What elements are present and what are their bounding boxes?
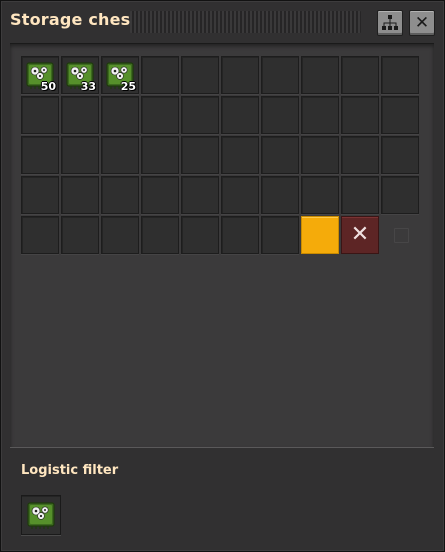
inventory-slot[interactable]: [341, 176, 379, 214]
inventory-slot[interactable]: [301, 136, 339, 174]
inventory-slot[interactable]: [381, 136, 419, 174]
inventory-grid: 50 33 25 ✕: [21, 56, 419, 254]
inventory-slot[interactable]: [341, 96, 379, 134]
inventory-slot[interactable]: 50: [21, 56, 59, 94]
inventory-panel: 50 33 25 ✕: [10, 43, 434, 448]
item-count: 33: [80, 80, 96, 93]
logistic-filter-slot[interactable]: [21, 495, 61, 535]
title-bar[interactable]: Storage chest ✕: [1, 1, 444, 43]
inventory-slot[interactable]: [381, 56, 419, 94]
inventory-slot[interactable]: [21, 96, 59, 134]
inventory-slot[interactable]: [261, 216, 299, 254]
inventory-slot[interactable]: [181, 136, 219, 174]
inventory-slot[interactable]: [261, 176, 299, 214]
inventory-slot[interactable]: [181, 56, 219, 94]
inventory-slot[interactable]: [141, 96, 179, 134]
inventory-slot[interactable]: [141, 216, 179, 254]
inventory-slot[interactable]: [21, 176, 59, 214]
inventory-slot[interactable]: [21, 216, 59, 254]
close-icon: ✕: [414, 12, 430, 33]
inventory-slot[interactable]: 33: [61, 56, 99, 94]
inventory-slot[interactable]: [301, 96, 339, 134]
inventory-slot[interactable]: [341, 56, 379, 94]
item-count: 25: [120, 80, 136, 93]
inventory-slot[interactable]: [101, 216, 139, 254]
inventory-slot[interactable]: [261, 96, 299, 134]
inventory-slot[interactable]: [221, 56, 259, 94]
inventory-slot[interactable]: [221, 136, 259, 174]
storage-chest-window: Storage chest ✕ 50 33 25 ✕ Logistic filter: [0, 0, 445, 552]
window-title: Storage chest: [10, 10, 139, 29]
inventory-slot[interactable]: [341, 136, 379, 174]
inventory-slot[interactable]: [181, 216, 219, 254]
inventory-slot[interactable]: [261, 56, 299, 94]
inventory-slot[interactable]: [61, 176, 99, 214]
inventory-slot[interactable]: [301, 56, 339, 94]
inventory-slot[interactable]: [261, 136, 299, 174]
inventory-slot[interactable]: [61, 96, 99, 134]
inventory-slot[interactable]: [221, 216, 259, 254]
bar-toggle-checkbox[interactable]: [381, 216, 419, 254]
inventory-limit-slot[interactable]: [301, 216, 339, 254]
close-icon: ✕: [350, 222, 370, 247]
inventory-slot[interactable]: [381, 96, 419, 134]
inventory-slot[interactable]: [141, 136, 179, 174]
inventory-slot[interactable]: [101, 176, 139, 214]
inventory-slot[interactable]: [101, 96, 139, 134]
inventory-slot[interactable]: [141, 176, 179, 214]
inventory-slot[interactable]: [21, 136, 59, 174]
network-icon: [382, 15, 398, 30]
item-count: 50: [40, 80, 56, 93]
inventory-slot[interactable]: [101, 136, 139, 174]
inventory-slot[interactable]: [221, 176, 259, 214]
clear-limit-button[interactable]: ✕: [341, 216, 379, 254]
drag-handle[interactable]: [130, 11, 361, 33]
inventory-slot[interactable]: [221, 96, 259, 134]
close-window-button[interactable]: ✕: [409, 10, 435, 36]
inventory-slot[interactable]: [181, 96, 219, 134]
inventory-slot[interactable]: [141, 56, 179, 94]
inventory-slot[interactable]: [61, 216, 99, 254]
logistic-chip-icon: [26, 500, 56, 530]
circuit-network-button[interactable]: [377, 10, 403, 36]
inventory-slot[interactable]: [381, 176, 419, 214]
inventory-slot[interactable]: [181, 176, 219, 214]
inventory-slot[interactable]: [301, 176, 339, 214]
section-divider: [10, 447, 434, 448]
inventory-slot[interactable]: 25: [101, 56, 139, 94]
inventory-slot[interactable]: [61, 136, 99, 174]
logistic-filter-label: Logistic filter: [21, 463, 119, 478]
